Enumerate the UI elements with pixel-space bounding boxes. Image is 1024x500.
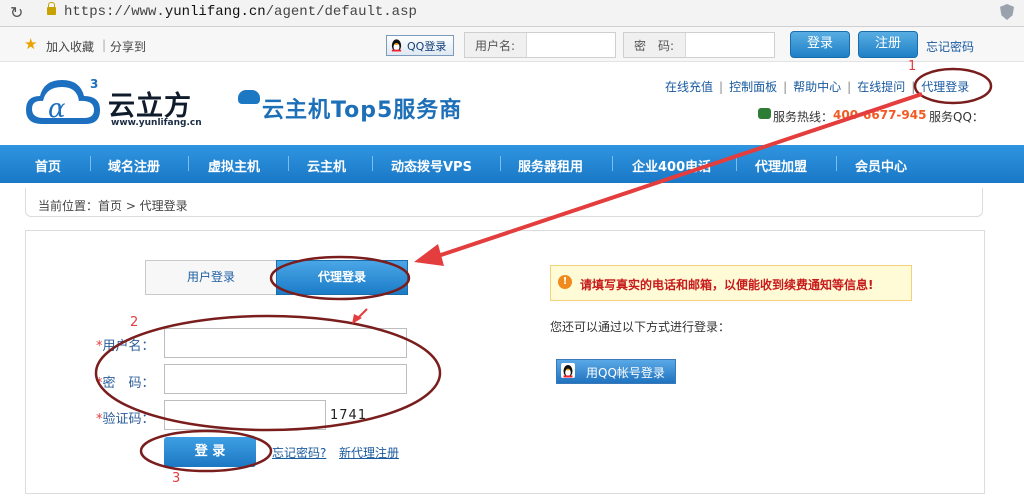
nav-divider bbox=[90, 156, 91, 171]
captcha-label-text: 验证码： bbox=[102, 412, 155, 427]
nav-divider bbox=[372, 156, 373, 171]
lock-icon bbox=[47, 2, 56, 15]
link-help-center[interactable]: 帮助中心 bbox=[793, 80, 841, 94]
top-password-field: 密 码: bbox=[623, 32, 775, 58]
captcha-image[interactable]: 1741 bbox=[330, 408, 367, 423]
nav-divider bbox=[612, 156, 613, 171]
link-recharge[interactable]: 在线充值 bbox=[665, 80, 713, 94]
nav-divider bbox=[288, 156, 289, 171]
penguin-icon bbox=[561, 363, 575, 378]
warning-icon: ! bbox=[558, 275, 572, 289]
top-username-field: 用户名: bbox=[464, 32, 616, 58]
header-links: 在线充值 | 控制面板 | 帮助中心 | 在线提问 | 代理登录 bbox=[665, 78, 969, 95]
main-nav: 首页 域名注册 虚拟主机 云主机 动态拨号VPS 服务器租用 企业400电话 代… bbox=[0, 145, 1024, 183]
password-label: 密 码: bbox=[634, 39, 675, 53]
share-link[interactable]: 分享到 bbox=[110, 38, 146, 55]
alt-login-text: 您还可以通过以下方式进行登录： bbox=[550, 320, 731, 334]
link-separator: | bbox=[847, 80, 852, 94]
nav-domain[interactable]: 域名注册 bbox=[108, 156, 160, 175]
svg-text:3: 3 bbox=[90, 77, 98, 91]
submit-login-button[interactable]: 登 录 bbox=[164, 437, 256, 467]
penguin-icon bbox=[391, 39, 402, 52]
tab-agent-login[interactable]: 代理登录 bbox=[276, 260, 408, 295]
notice-text: 请填写真实的电话和邮箱，以便能收到续费通知等信息! bbox=[580, 278, 874, 292]
phone-icon bbox=[758, 108, 771, 119]
forgot-password-link[interactable]: 忘记密码? bbox=[272, 444, 326, 461]
tab-user-login[interactable]: 用户登录 bbox=[145, 260, 277, 295]
link-separator: | bbox=[719, 80, 724, 94]
logo-domain: www.yunlifang.cn bbox=[111, 118, 202, 128]
new-agent-register-link[interactable]: 新代理注册 bbox=[339, 444, 399, 461]
nav-agent-join[interactable]: 代理加盟 bbox=[755, 156, 807, 175]
add-favorite-link[interactable]: 加入收藏 bbox=[46, 38, 94, 55]
link-control-panel[interactable]: 控制面板 bbox=[729, 80, 777, 94]
nav-home[interactable]: 首页 bbox=[35, 156, 61, 175]
nav-400-phone[interactable]: 企业400电话 bbox=[632, 156, 711, 175]
nav-dynamic-vps[interactable]: 动态拨号VPS bbox=[391, 156, 472, 175]
username-label: 用户名: bbox=[475, 39, 516, 53]
captcha-field-label: *验证码： bbox=[96, 408, 155, 427]
nav-divider bbox=[736, 156, 737, 171]
nav-divider bbox=[188, 156, 189, 171]
captcha-input[interactable] bbox=[164, 400, 326, 430]
password-input[interactable] bbox=[164, 364, 407, 394]
slogan: 云主机Top5服务商 bbox=[262, 98, 463, 123]
qq-login-button[interactable]: QQ登录 bbox=[386, 35, 454, 56]
nav-divider bbox=[836, 156, 837, 171]
url-prefix: https://www. bbox=[64, 4, 165, 20]
url-path: /agent/default.asp bbox=[265, 4, 417, 20]
username-input[interactable] bbox=[164, 328, 407, 358]
top-login-button[interactable]: 登录 bbox=[790, 31, 850, 58]
forgot-password-link[interactable]: 忘记密码 bbox=[926, 38, 974, 55]
qq-login-label: QQ登录 bbox=[407, 40, 447, 53]
password-label-text: 密 码： bbox=[102, 376, 155, 391]
top-username-input[interactable] bbox=[526, 33, 615, 57]
nav-virtual-host[interactable]: 虚拟主机 bbox=[208, 156, 260, 175]
nav-member-center[interactable]: 会员中心 bbox=[855, 156, 907, 175]
top-register-button[interactable]: 注册 bbox=[858, 31, 918, 58]
step-3-label: 3 bbox=[172, 471, 181, 486]
link-separator: | bbox=[783, 80, 788, 94]
qq-account-login-label: 用QQ帐号登录 bbox=[586, 366, 665, 380]
star-icon: ★ bbox=[24, 35, 38, 53]
step-2-label: 2 bbox=[130, 315, 139, 330]
link-online-question[interactable]: 在线提问 bbox=[857, 80, 905, 94]
hotline-label: 服务热线： bbox=[773, 110, 834, 124]
hotline-number: 400-6677-945 bbox=[833, 108, 927, 122]
top-password-input[interactable] bbox=[685, 33, 774, 57]
nav-cloud-host[interactable]: 云主机 bbox=[307, 156, 346, 175]
step-1-label: 1 bbox=[908, 59, 917, 74]
reload-icon[interactable]: ↻ bbox=[10, 3, 23, 22]
cloud-logo-icon[interactable]: α 3 bbox=[24, 72, 104, 130]
qq-account-login-button[interactable]: 用QQ帐号登录 bbox=[556, 359, 676, 384]
nav-server-rental[interactable]: 服务器租用 bbox=[518, 156, 583, 175]
url-host: yunlifang.cn bbox=[164, 4, 266, 20]
svg-text:α: α bbox=[48, 94, 66, 124]
divider: | bbox=[102, 38, 107, 52]
qq-service-label: 服务QQ： bbox=[929, 110, 984, 124]
link-separator: | bbox=[911, 80, 916, 94]
password-field-label: *密 码： bbox=[96, 372, 155, 391]
nav-divider bbox=[500, 156, 501, 171]
cloud-icon bbox=[238, 90, 260, 104]
url-field[interactable]: https://www.yunlifang.cn/agent/default.a… bbox=[64, 4, 417, 20]
link-agent-login[interactable]: 代理登录 bbox=[921, 80, 969, 94]
breadcrumb: 当前位置：首页 > 代理登录 bbox=[38, 199, 188, 213]
username-field-label: *用户名： bbox=[96, 335, 155, 354]
username-label-text: 用户名： bbox=[102, 339, 155, 354]
